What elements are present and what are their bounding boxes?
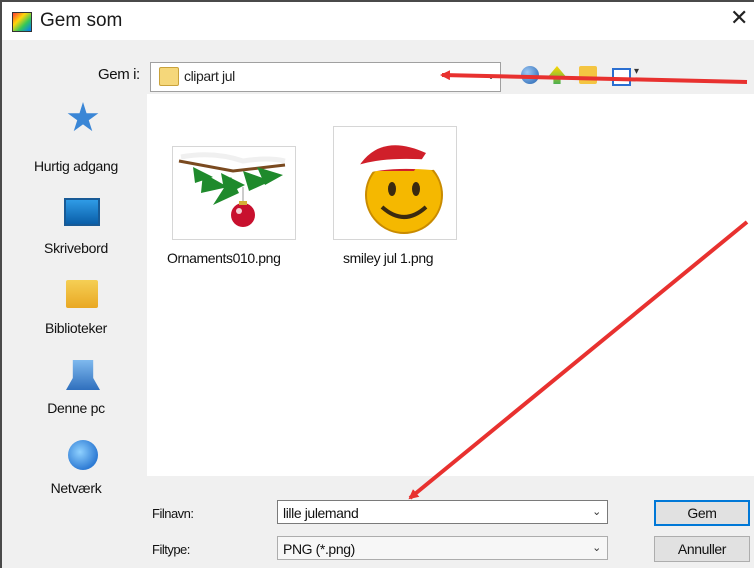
view-menu-arrow-icon[interactable]: ▾ bbox=[634, 66, 639, 77]
save-as-dialog: Gem som ✕ Gem i: clipart jul ⌄ ▾ Hurtig … bbox=[0, 0, 754, 568]
new-folder-icon[interactable] bbox=[579, 66, 597, 84]
places-bar: Hurtig adgang Skrivebord Biblioteker Den… bbox=[14, 94, 138, 502]
close-icon[interactable]: ✕ bbox=[730, 6, 748, 31]
paint-app-icon bbox=[12, 12, 32, 32]
filetype-value: PNG (*.png) bbox=[283, 541, 355, 557]
chevron-down-icon[interactable]: ⌄ bbox=[592, 505, 601, 518]
filename-label: Filnavn: bbox=[152, 506, 194, 521]
save-button[interactable]: Gem bbox=[654, 500, 750, 526]
save-in-label: Gem i: bbox=[98, 66, 140, 83]
christmas-ornament-thumbnail bbox=[172, 146, 296, 240]
filename-value: lille julemand bbox=[283, 505, 359, 521]
place-label: Denne pc bbox=[47, 400, 105, 416]
network-icon bbox=[68, 440, 98, 470]
file-name: Ornaments010.png bbox=[167, 250, 281, 266]
save-in-dropdown[interactable]: clipart jul ⌄ bbox=[150, 62, 501, 92]
place-label: Biblioteker bbox=[44, 320, 108, 336]
folder-icon bbox=[159, 67, 179, 86]
back-icon[interactable] bbox=[521, 66, 539, 84]
file-name: smiley jul 1.png bbox=[343, 250, 434, 266]
filename-input[interactable]: lille julemand ⌄ bbox=[277, 500, 608, 524]
computer-icon bbox=[66, 360, 100, 390]
chevron-down-icon[interactable]: ⌄ bbox=[592, 541, 601, 554]
dialog-title: Gem som bbox=[40, 10, 123, 31]
place-label: Hurtig adgang bbox=[33, 158, 119, 174]
chevron-down-icon[interactable]: ⌄ bbox=[486, 68, 496, 82]
place-label: Netværk bbox=[50, 480, 102, 496]
filetype-label: Filtype: bbox=[152, 542, 190, 557]
santa-smiley-thumbnail bbox=[333, 126, 457, 240]
cancel-button[interactable]: Annuller bbox=[654, 536, 750, 562]
file-list[interactable]: Ornaments010.png smiley jul 1.png bbox=[147, 94, 754, 476]
place-label: Skrivebord bbox=[44, 240, 108, 256]
star-icon bbox=[67, 102, 99, 132]
view-menu-icon[interactable] bbox=[612, 68, 631, 86]
filetype-select[interactable]: PNG (*.png) ⌄ bbox=[277, 536, 608, 560]
libraries-icon bbox=[66, 280, 98, 308]
desktop-icon bbox=[64, 198, 100, 226]
title-bar: Gem som ✕ bbox=[2, 2, 754, 40]
save-in-value: clipart jul bbox=[184, 68, 235, 84]
up-folder-icon[interactable] bbox=[548, 66, 566, 84]
